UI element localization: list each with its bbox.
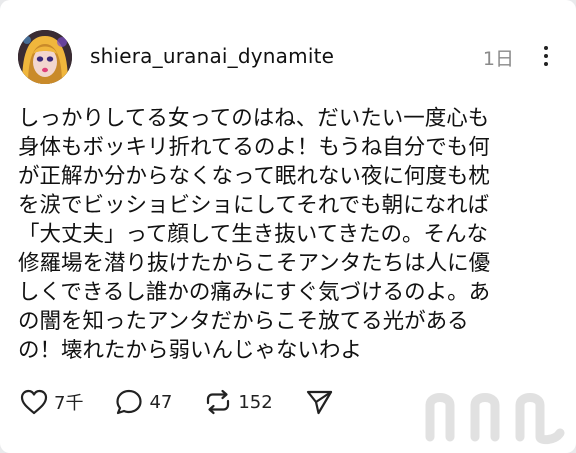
comment-count: 47 bbox=[149, 391, 173, 413]
timestamp: 1日 bbox=[482, 48, 514, 70]
comment-button[interactable]: 47 bbox=[113, 386, 172, 418]
repost-button[interactable]: 152 bbox=[202, 386, 273, 418]
send-icon bbox=[306, 390, 332, 415]
action-bar: 7千 47 152 bbox=[18, 384, 365, 420]
username[interactable]: shiera_uranai_dynamite bbox=[90, 44, 334, 68]
repost-count: 152 bbox=[238, 391, 273, 413]
avatar-image bbox=[18, 30, 72, 84]
heart-icon bbox=[20, 389, 48, 415]
watermark-logo bbox=[425, 393, 565, 445]
post-card: shiera_uranai_dynamite 1日 しっかりしてる女ってのはね、… bbox=[0, 0, 576, 453]
avatar[interactable] bbox=[18, 30, 72, 84]
post-header: shiera_uranai_dynamite 1日 bbox=[18, 30, 558, 86]
comment-bubble-icon bbox=[116, 389, 143, 415]
like-count: 7千 bbox=[54, 393, 84, 414]
repost-icon bbox=[207, 389, 230, 415]
post-text: しっかりしてる女ってのはね、だいたい一度心も 身体もボッキリ折れてるのよ！もうね… bbox=[18, 106, 491, 363]
share-button[interactable] bbox=[303, 386, 335, 418]
more-vertical-icon[interactable] bbox=[534, 42, 558, 70]
like-button[interactable]: 7千 bbox=[18, 386, 83, 418]
